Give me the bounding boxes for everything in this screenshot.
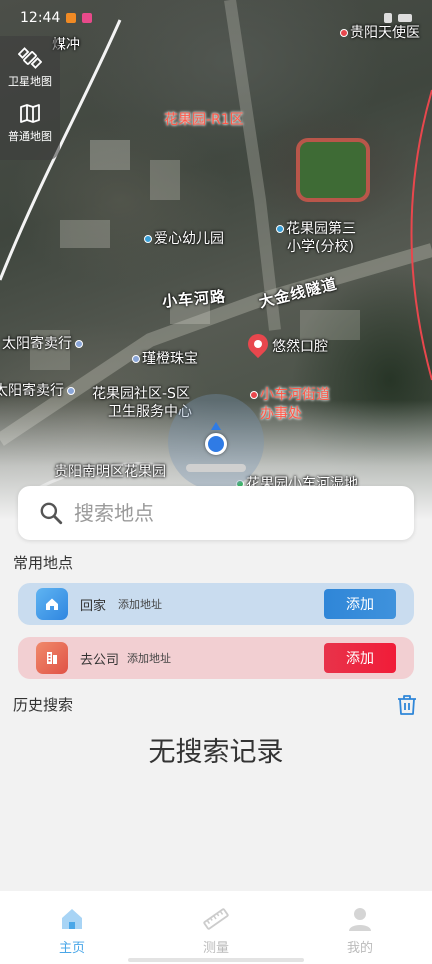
map-view[interactable]: 煤冲 贵阳天使医 花果园-R1区 爱心幼儿园 花果园第三 小学(分校) 小车河路… <box>0 0 432 520</box>
work-place-address: 添加地址 <box>127 652 172 665</box>
home-place-address: 添加地址 <box>118 598 163 611</box>
poi-label[interactable]: 小学(分校) <box>287 236 354 256</box>
trash-icon[interactable] <box>395 693 419 717</box>
government-icon <box>250 391 258 399</box>
poi-label[interactable]: 办事处 <box>260 403 302 423</box>
tab-profile[interactable]: 我的 <box>320 905 400 956</box>
signal-icon <box>384 13 392 23</box>
poi-label-text: 瑾橙珠宝 <box>142 351 198 367</box>
tab-home[interactable]: 主页 <box>32 905 112 956</box>
home-place-card[interactable]: 回家 添加地址 添加 <box>18 583 414 625</box>
satellite-map-button[interactable]: 卫星地图 <box>8 46 52 89</box>
battery-icon <box>398 14 412 22</box>
poi-label[interactable]: 太阳寄卖行 <box>2 333 85 353</box>
add-home-button[interactable]: 添加 <box>324 589 396 619</box>
tab-profile-label: 我的 <box>346 941 373 956</box>
home-indicator[interactable] <box>128 958 304 962</box>
satellite-map-label: 卫星地图 <box>8 75 52 88</box>
poi-label[interactable]: 爱心幼儿园 <box>144 228 224 248</box>
home-icon <box>36 588 68 620</box>
search-icon <box>40 502 63 525</box>
home-place-name: 回家 <box>80 598 107 614</box>
app-icon <box>82 13 93 23</box>
office-glyph <box>47 652 57 664</box>
shop-icon <box>75 340 83 348</box>
work-place-name: 去公司 <box>80 652 120 668</box>
search-bar[interactable] <box>18 486 414 540</box>
current-location-icon <box>205 433 227 455</box>
map-icon <box>20 104 40 123</box>
poi-label-text: 太阳寄卖行 <box>0 383 64 399</box>
poi-label-text: 花果园第三 <box>286 221 356 237</box>
poi-label[interactable]: 悠然口腔 <box>272 336 328 356</box>
poi-label[interactable]: 花果园-R1区 <box>164 109 244 129</box>
poi-label[interactable]: 小车河街道 <box>250 384 330 404</box>
poi-label-text: 爱心幼儿园 <box>154 231 224 247</box>
tab-measure[interactable]: 测量 <box>176 905 256 956</box>
tab-home-label: 主页 <box>58 941 85 956</box>
status-right <box>384 13 412 23</box>
work-place-card[interactable]: 去公司 添加地址 添加 <box>18 637 414 679</box>
notification-icon <box>66 13 77 23</box>
satellite-icon <box>18 47 42 69</box>
history-title: 历史搜索 <box>13 696 74 714</box>
common-places-title: 常用地点 <box>13 554 74 572</box>
tab-measure-label: 测量 <box>202 941 229 956</box>
add-work-button[interactable]: 添加 <box>324 643 396 673</box>
home-glyph <box>46 598 58 610</box>
empty-history-text: 无搜索记录 <box>148 737 284 768</box>
normal-map-label: 普通地图 <box>8 130 52 143</box>
status-bar: 12:44 <box>0 0 432 36</box>
poi-label[interactable]: 瑾橙珠宝 <box>132 348 198 368</box>
normal-map-button[interactable]: 普通地图 <box>8 101 52 144</box>
shop-icon <box>132 355 140 363</box>
bottom-tab-bar: 主页 测量 我的 <box>0 891 432 964</box>
status-time: 12:44 <box>20 10 61 26</box>
poi-label[interactable]: 太阳寄卖行 <box>0 380 77 400</box>
heading-arrow-icon <box>211 422 221 430</box>
poi-label[interactable]: 花果园社区-S区 <box>92 383 190 403</box>
school-icon <box>276 225 284 233</box>
shop-icon <box>67 387 75 395</box>
drag-handle[interactable] <box>186 464 246 472</box>
poi-label[interactable]: 贵阳南明区花果园 <box>54 461 166 481</box>
ruler-icon <box>203 908 229 930</box>
search-input[interactable] <box>74 501 374 525</box>
home-icon <box>62 909 82 929</box>
user-icon <box>349 908 371 931</box>
poi-label[interactable]: 花果园第三 <box>276 218 356 238</box>
poi-label-text: 太阳寄卖行 <box>2 336 72 352</box>
map-type-switch: 卫星地图 普通地图 <box>0 36 60 160</box>
school-icon <box>144 235 152 243</box>
office-icon <box>36 642 68 674</box>
poi-label-text: 小车河街道 <box>260 387 330 403</box>
